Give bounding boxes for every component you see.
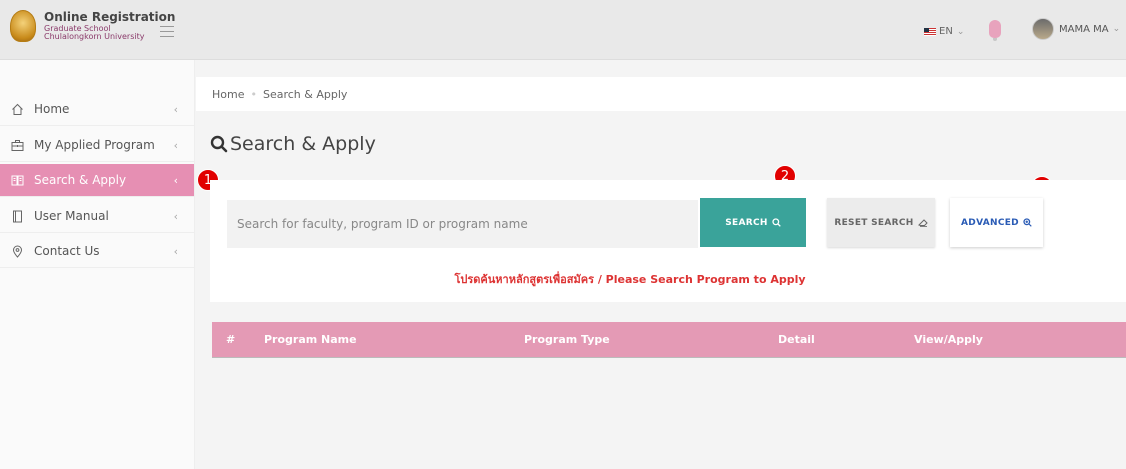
user-name: MAMA MA: [1059, 23, 1109, 35]
column-header-number: #: [226, 333, 236, 346]
sidebar-item-label: My Applied Program: [34, 138, 155, 152]
column-header-view-apply: View/Apply: [914, 333, 983, 346]
sidebar-item-label: Home: [34, 102, 70, 116]
top-bar: Online Registration Graduate School Chul…: [0, 0, 1126, 60]
notification-bell-icon[interactable]: [989, 20, 1001, 41]
results-table-body: [212, 357, 1126, 469]
app-subtitle-university: Chulalongkorn University: [44, 32, 145, 41]
sidebar-item-search-apply[interactable]: Search & Apply ‹: [0, 164, 194, 197]
menu-toggle-icon[interactable]: [160, 26, 174, 37]
language-label: EN: [939, 26, 953, 37]
chevron-down-icon: ⌄: [1112, 24, 1121, 34]
breadcrumb-current: Search & Apply: [262, 87, 348, 101]
search-icon: [772, 218, 781, 227]
column-header-program-type: Program Type: [524, 333, 610, 346]
zoom-in-icon: [1023, 218, 1032, 227]
page-title-text: Search & Apply: [230, 133, 376, 155]
search-icon: [210, 135, 228, 153]
language-selector[interactable]: EN ⌄: [924, 26, 964, 37]
reset-search-label: RESET SEARCH: [834, 217, 914, 228]
search-input[interactable]: [227, 200, 698, 248]
sidebar-item-label: Search & Apply: [34, 173, 127, 187]
column-header-detail: Detail: [778, 333, 815, 346]
chevron-left-icon: ‹: [173, 244, 178, 258]
chevron-left-icon: ‹: [173, 102, 178, 116]
manual-icon: [10, 209, 24, 223]
sidebar-item-user-manual[interactable]: User Manual ‹: [0, 200, 194, 233]
advanced-search-label: ADVANCED: [961, 217, 1019, 228]
reset-search-button[interactable]: RESET SEARCH: [827, 198, 935, 247]
app-logo[interactable]: Online Registration Graduate School Chul…: [10, 10, 175, 42]
breadcrumb: Home • Search & Apply: [196, 77, 1126, 111]
book-icon: [10, 173, 24, 187]
breadcrumb-home[interactable]: Home: [212, 88, 244, 101]
results-table-header: # Program Name Program Type Detail View/…: [212, 322, 1126, 357]
briefcase-icon: [10, 138, 24, 152]
chevron-left-icon: ‹: [173, 138, 178, 152]
search-panel: SEARCH RESET SEARCH ADVANCED โปรดค้นหาหล…: [210, 180, 1126, 302]
location-pin-icon: [10, 244, 24, 258]
chevron-left-icon: ‹: [173, 209, 178, 223]
avatar: [1032, 18, 1054, 40]
page-title: Search & Apply: [210, 133, 376, 155]
search-hint-text: โปรดค้นหาหลักสูตรเพื่อสมัคร / Please Sea…: [454, 273, 806, 286]
university-seal-icon: [10, 10, 36, 42]
app-title: Online Registration: [44, 10, 176, 24]
sidebar: Home ‹ My Applied Program ‹ Search & App…: [0, 60, 195, 469]
search-button[interactable]: SEARCH: [700, 198, 806, 247]
breadcrumb-separator-icon: •: [250, 87, 257, 101]
advanced-search-button[interactable]: ADVANCED: [950, 198, 1043, 247]
user-menu[interactable]: MAMA MA ⌄: [1032, 18, 1120, 40]
sidebar-item-contact-us[interactable]: Contact Us ‹: [0, 235, 194, 268]
home-icon: [10, 102, 24, 116]
sidebar-item-label: Contact Us: [34, 244, 100, 258]
column-header-program-name: Program Name: [264, 333, 357, 346]
sidebar-item-my-applied-program[interactable]: My Applied Program ‹: [0, 129, 194, 162]
search-button-label: SEARCH: [725, 217, 768, 228]
us-flag-icon: [924, 27, 936, 36]
sidebar-item-label: User Manual: [34, 209, 109, 223]
eraser-icon: [917, 219, 928, 227]
sidebar-item-home[interactable]: Home ‹: [0, 93, 194, 126]
chevron-left-icon: ‹: [173, 173, 178, 187]
chevron-down-icon: ⌄: [956, 26, 965, 37]
